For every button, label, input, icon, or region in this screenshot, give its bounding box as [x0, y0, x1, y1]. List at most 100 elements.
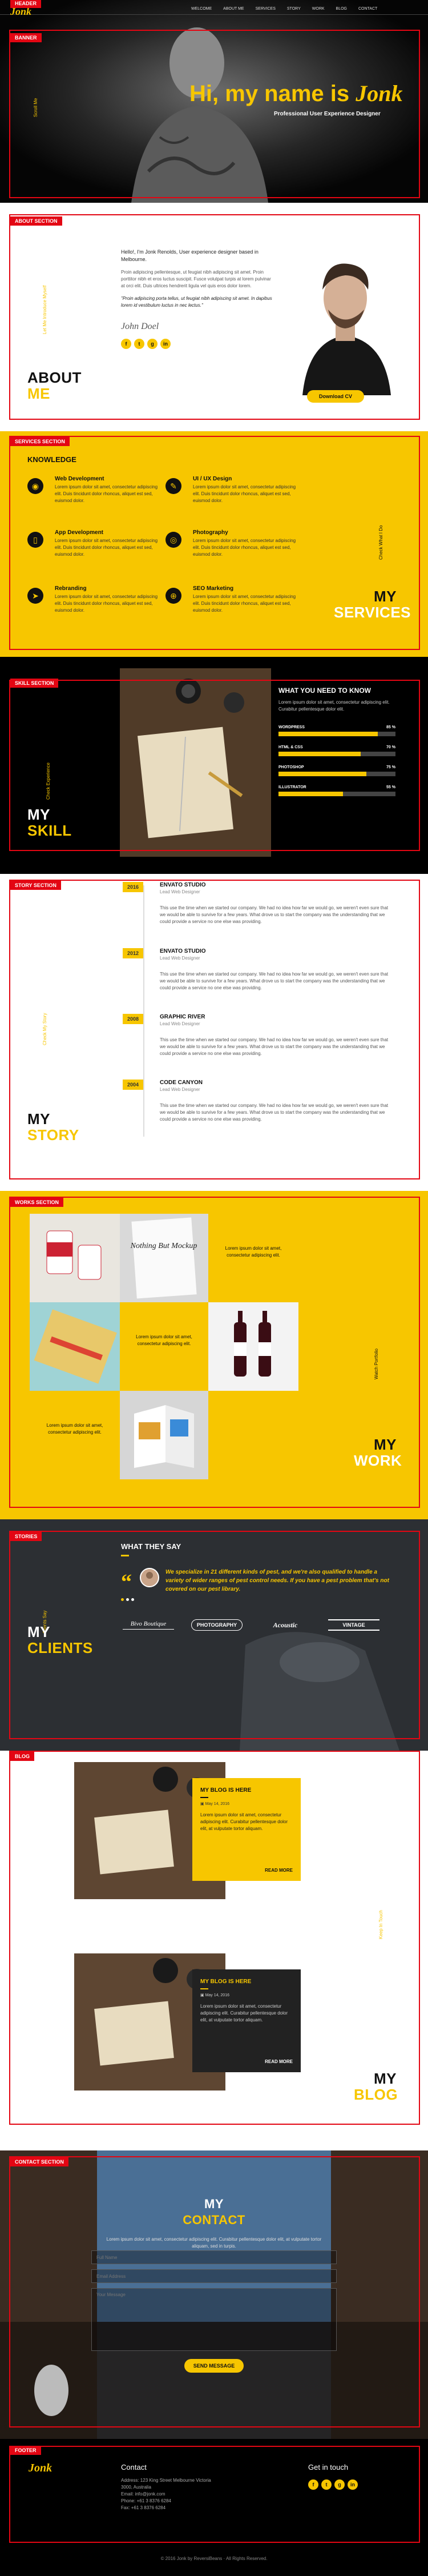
- contact-title-b: CONTACT: [183, 2213, 245, 2227]
- client-logo: Bivo Boutique: [123, 1620, 174, 1630]
- nav-services[interactable]: SERVICES: [256, 7, 276, 11]
- skill-bar: PHOTOSHOP 75 %: [278, 765, 395, 776]
- work-item-brochure[interactable]: [120, 1391, 208, 1479]
- works-title-b: WORK: [354, 1452, 402, 1469]
- skill-bar-track: [278, 792, 395, 796]
- skill-bar-fill: [278, 732, 378, 736]
- work-item-empty[interactable]: Lorem ipsum dolor sit amet, consectetur …: [30, 1391, 120, 1479]
- blog-section: BLOG Keep In Touch MY BLOG MY BLOG IS HE…: [0, 1751, 428, 2150]
- nav-about[interactable]: ABOUT ME: [223, 7, 244, 11]
- skill-bar: HTML & CSS 70 %: [278, 745, 395, 756]
- skill-bars: WORDPRESS 85 % HTML & CSS 70 % PHOTOSHOP 75 %…: [278, 725, 395, 796]
- testimonial-heading: WHAT THEY SAY: [121, 1542, 181, 1551]
- footer-address: Address: 123 King Street Melbourne Victo…: [121, 2478, 211, 2490]
- services-title-b: SERVICES: [334, 604, 411, 621]
- footer-email[interactable]: Email: info@jonk.com: [121, 2491, 218, 2498]
- carousel-dot[interactable]: [121, 1598, 124, 1601]
- facebook-icon[interactable]: f: [308, 2479, 318, 2490]
- timeline-entry: 2008 GRAPHIC RIVER Lead Web Designer Thi…: [123, 1014, 391, 1057]
- work-item-cups[interactable]: [30, 1214, 120, 1302]
- services-title: MY: [374, 588, 397, 604]
- skill-bar-fill: [278, 772, 366, 776]
- card-underline: [200, 1988, 208, 1989]
- nav-work[interactable]: WORK: [312, 7, 325, 11]
- nav-welcome[interactable]: WELCOME: [191, 7, 212, 11]
- work-item-empty[interactable]: Lorem ipsum dolor sit amet, consectetur …: [120, 1302, 208, 1391]
- carousel-dots[interactable]: [121, 1598, 134, 1601]
- skill-bar-track: [278, 772, 395, 776]
- work-item-mockup[interactable]: Nothing But Mockup: [120, 1214, 208, 1302]
- about-side-label: Let Me Introduce Myself: [42, 285, 47, 334]
- skill-side-label: Check Experience: [46, 763, 51, 800]
- skill-bar-fill: [278, 792, 343, 796]
- skill-name: HTML & CSS: [278, 745, 303, 749]
- about-title: ABOUT ME: [27, 370, 82, 402]
- skill-name: WORDPRESS: [278, 725, 305, 729]
- nav-contact[interactable]: CONTACT: [358, 7, 377, 11]
- banner-subtitle: Professional User Experience Designer: [274, 111, 381, 117]
- service-desc: Lorem ipsum dolor sit amet, consectetur …: [193, 594, 296, 613]
- story-tag: STORY SECTION: [10, 881, 61, 890]
- blog-card-title: MY BLOG IS HERE: [200, 1979, 252, 1985]
- skill-tag: SKILL SECTION: [10, 679, 59, 688]
- download-cv-button[interactable]: Download CV: [307, 390, 364, 403]
- linkedin-icon[interactable]: in: [160, 339, 171, 349]
- service-item[interactable]: ➤ Rebranding Lorem ipsum dolor sit amet,…: [27, 585, 164, 614]
- twitter-icon[interactable]: t: [321, 2479, 332, 2490]
- twitter-icon[interactable]: t: [134, 339, 144, 349]
- timeline-text: This use the time when we started our co…: [160, 1103, 389, 1122]
- message-textarea[interactable]: [91, 2288, 337, 2351]
- name-input[interactable]: [91, 2250, 337, 2264]
- work-item-book[interactable]: [30, 1302, 120, 1391]
- service-name: Web Development: [55, 476, 104, 482]
- blog-side-label: Keep In Touch: [378, 1909, 383, 1939]
- work-cell-text: Lorem ipsum dolor sit amet, consectetur …: [46, 1423, 103, 1435]
- read-more-link[interactable]: READ MORE: [265, 2059, 293, 2064]
- services-title-a: MY: [374, 588, 397, 605]
- service-item[interactable]: ◎ Photography Lorem ipsum dolor sit amet…: [165, 529, 302, 558]
- google-plus-icon[interactable]: g: [147, 339, 158, 349]
- read-more-link[interactable]: READ MORE: [265, 1868, 293, 1873]
- work-cell-text: Lorem ipsum dolor sit amet, consectetur …: [136, 1334, 192, 1346]
- timeline-role: Lead Web Designer: [160, 1087, 200, 1092]
- about-intro: Hello!, I'm Jonk Renolds, User experienc…: [121, 249, 259, 262]
- linkedin-icon[interactable]: in: [348, 2479, 358, 2490]
- work-item-wine[interactable]: [208, 1302, 298, 1391]
- carousel-dot[interactable]: [126, 1598, 129, 1601]
- nav-story[interactable]: STORY: [287, 7, 301, 11]
- calendar-icon: ▣: [200, 1802, 205, 1806]
- service-item[interactable]: ◉ Web Development Lorem ipsum dolor sit …: [27, 476, 164, 504]
- send-message-button[interactable]: SEND MESSAGE: [184, 2359, 244, 2373]
- banner-tag: BANNER: [10, 33, 42, 42]
- service-desc: Lorem ipsum dolor sit amet, consectetur …: [55, 484, 158, 503]
- work-item-empty[interactable]: Lorem ipsum dolor sit amet, consectetur …: [208, 1214, 298, 1302]
- skill-percent: 85 %: [386, 725, 395, 729]
- blog-card-text: Lorem ipsum dolor sit amet, consectetur …: [200, 2004, 288, 2023]
- client-logo: Acoustic: [273, 1620, 298, 1629]
- service-item[interactable]: ⊕ SEO Marketing Lorem ipsum dolor sit am…: [165, 585, 302, 614]
- about-paragraph-1: Proin adipiscing pellentesque, ut feugia…: [121, 270, 271, 288]
- timeline-entry: 2016 ENVATO STUDIO Lead Web Designer Thi…: [123, 882, 391, 925]
- service-item[interactable]: ✎ UI / UX Design Lorem ipsum dolor sit a…: [165, 476, 302, 504]
- testimonial-quote: We specialize in 21 different kinds of p…: [165, 1569, 389, 1592]
- google-plus-icon[interactable]: g: [334, 2479, 345, 2490]
- footer-contact-heading: Contact: [121, 2463, 147, 2471]
- about-section: ABOUT SECTION Let Me Introduce Myself AB…: [0, 203, 428, 431]
- carousel-dot[interactable]: [131, 1598, 134, 1601]
- email-input[interactable]: [91, 2269, 337, 2283]
- blog-card-date: ▣ May 14, 2016: [200, 1993, 293, 1997]
- blog-title-b: BLOG: [354, 2086, 398, 2103]
- skill-name: ILLUSTRATOR: [278, 785, 306, 789]
- blog-card[interactable]: MY BLOG IS HERE ▣ May 14, 2016 Lorem ips…: [192, 1778, 301, 1881]
- nav-blog[interactable]: BLOG: [336, 7, 347, 11]
- clients-section: STORIES Clients Say MY CLIENTS WHAT THEY…: [0, 1519, 428, 1751]
- service-item[interactable]: ▯ App Development Lorem ipsum dolor sit …: [27, 529, 164, 558]
- service-name: SEO Marketing: [193, 585, 234, 592]
- headline-rest: my name is: [225, 81, 350, 106]
- clients-title-a: MY: [27, 1623, 50, 1640]
- facebook-icon[interactable]: f: [121, 339, 131, 349]
- footer-social: Get in touch f t g in: [308, 2463, 358, 2490]
- footer-logo[interactable]: Jonk: [29, 2462, 52, 2475]
- services-side-label: Check What I Do: [378, 525, 383, 560]
- blog-card[interactable]: MY BLOG IS HERE ▣ May 14, 2016 Lorem ips…: [192, 1969, 301, 2072]
